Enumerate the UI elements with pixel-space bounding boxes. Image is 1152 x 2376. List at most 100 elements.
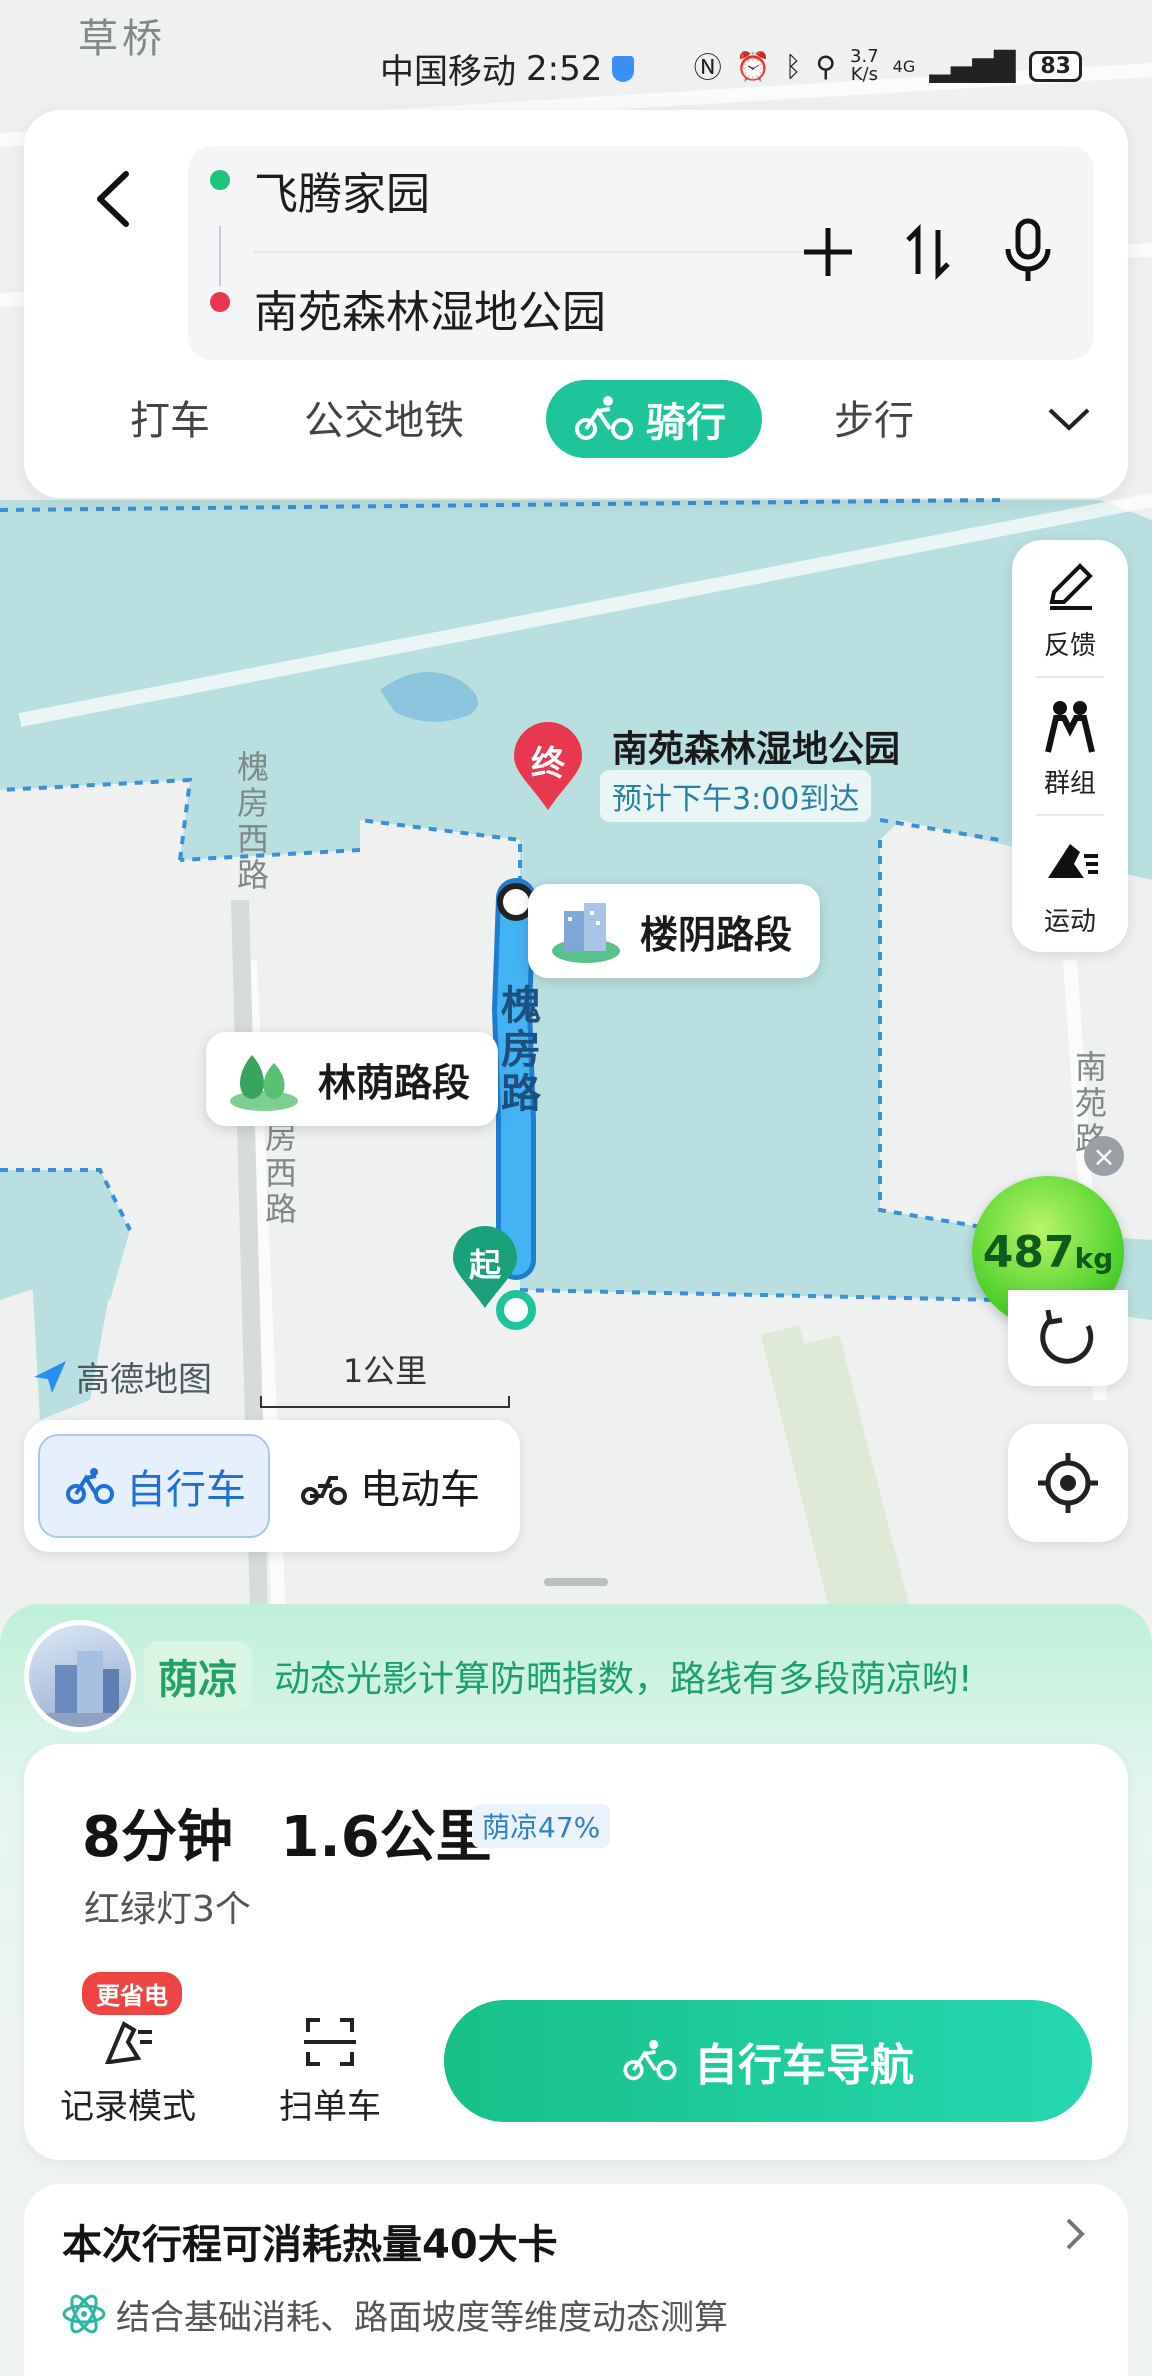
destination-dot	[210, 292, 230, 312]
shade-description: 动态光影计算防晒指数，路线有多段荫凉哟!	[274, 1659, 973, 1700]
bike-type-ebike[interactable]: 电动车	[300, 1434, 480, 1538]
cycling-icon	[575, 396, 633, 440]
tab-cycling-label: 骑行	[646, 400, 726, 446]
pen-icon	[1049, 563, 1093, 610]
locate-button[interactable]	[1008, 1424, 1128, 1542]
road-label-fang-west: 房西路	[260, 1120, 298, 1228]
segment-tag-label: 楼阴路段	[640, 912, 793, 957]
destination-eta: 预计下午3:00到达	[600, 770, 872, 822]
status-bar: 中国移动 2:52 Ⓝ ⏰ ᛒ ⚲ 3.7 K/s 4G ▂▄▆█ 83	[0, 40, 1152, 96]
scale-text: 1公里	[342, 1352, 428, 1390]
carbon-unit: kg	[1074, 1241, 1114, 1275]
shade-banner[interactable]: 荫凉 动态光影计算防晒指数，路线有多段荫凉哟!	[24, 1616, 1128, 1736]
bluetooth-icon: ᛒ	[784, 49, 802, 83]
destination-name-label: 南苑森林湿地公园	[612, 729, 901, 770]
power-saving-badge: 更省电	[82, 1972, 182, 2015]
bike-type-bicycle[interactable]: 自行车	[38, 1434, 270, 1538]
amap-logo: 高德地图	[30, 1352, 212, 1401]
segment-tag-tree-shade[interactable]: 林荫路段	[206, 1032, 498, 1126]
route-duration-distance: 8分钟 1.6公里	[82, 1792, 492, 1873]
route-inputs: 飞腾家园 南苑森林湿地公园	[188, 146, 1094, 360]
run-icon	[1048, 844, 1098, 878]
tab-transit[interactable]: 公交地铁	[304, 388, 464, 446]
calorie-title: 本次行程可消耗热量40大卡	[62, 2222, 558, 2268]
microphone-icon	[1005, 218, 1051, 281]
net-speed: 3.7 K/s	[850, 46, 879, 85]
divider	[254, 251, 814, 253]
chevron-right-icon[interactable]	[1060, 2214, 1090, 2258]
ebike-icon	[301, 1476, 347, 1505]
shade-percent-badge: 荫凉47%	[472, 1804, 611, 1848]
add-waypoint-button[interactable]	[788, 210, 868, 294]
group-icon	[1045, 701, 1095, 753]
scale-bar	[260, 1396, 510, 1408]
calorie-description: 结合基础消耗、路面坡度等维度动态测算	[116, 2298, 728, 2338]
road-label-huaifang-west: 槐房西路	[232, 750, 270, 894]
plus-icon	[804, 228, 852, 276]
location-icon: ⚲	[815, 49, 837, 83]
back-arrow-icon	[97, 171, 129, 227]
route-summary-card[interactable]: 8分钟 1.6公里 荫凉47% 红绿灯3个 更省电 记录模式 扫单车 自行车导航	[24, 1744, 1128, 2160]
destination-input[interactable]: 南苑森林湿地公园	[254, 276, 606, 340]
origin-dot	[210, 170, 230, 190]
back-button[interactable]	[76, 154, 156, 244]
swap-icon	[906, 223, 950, 281]
alarm-icon: ⏰	[735, 49, 771, 83]
voice-input-button[interactable]	[988, 210, 1068, 294]
carbon-value: 487	[982, 1226, 1075, 1278]
clock: 2:52	[526, 48, 603, 89]
destination-marker[interactable]: 终	[510, 722, 586, 812]
bike-type-label: 电动车	[360, 1467, 480, 1513]
tab-cycling[interactable]: 骑行	[546, 380, 762, 458]
map-scale: 1公里	[260, 1346, 510, 1408]
route-duration: 8分钟	[82, 1805, 233, 1870]
group-tool[interactable]: 群组	[1012, 678, 1128, 814]
destination-marker-text: 终	[531, 744, 565, 784]
segment-tag-building-shade[interactable]: 楼阴路段	[528, 884, 820, 978]
tab-walking[interactable]: 步行	[834, 388, 914, 446]
tree-icon	[228, 1047, 300, 1111]
cycling-icon	[623, 2039, 677, 2081]
nfc-icon: Ⓝ	[693, 51, 722, 84]
route-connector	[219, 226, 221, 286]
more-modes-button[interactable]	[1044, 398, 1094, 444]
start-marker[interactable]: 起	[450, 1226, 520, 1310]
signal-icon: ▂▄▆█	[929, 49, 1016, 83]
sport-tool[interactable]: 运动	[1012, 816, 1128, 952]
chevron-down-icon	[1048, 408, 1090, 431]
sheet-drag-handle[interactable]	[544, 1578, 608, 1586]
bike-type-selector: 自行车 电动车	[24, 1420, 520, 1552]
calorie-card[interactable]: 本次行程可消耗热量40大卡 结合基础消耗、路面坡度等维度动态测算	[24, 2184, 1128, 2376]
feedback-label: 反馈	[1043, 631, 1096, 661]
bicycle-icon	[66, 1468, 114, 1504]
feedback-tool[interactable]: 反馈	[1012, 540, 1128, 676]
scan-icon	[304, 2018, 356, 2066]
record-mode-label: 记录模式	[60, 2087, 196, 2127]
amap-logo-icon	[34, 1360, 66, 1393]
travel-mode-tabs: 打车 公交地铁 骑行 步行	[24, 368, 1128, 478]
record-run-icon	[104, 2021, 152, 2064]
record-mode-button[interactable]: 记录模式	[60, 2014, 196, 2128]
scan-bike-button[interactable]: 扫单车	[270, 2014, 390, 2128]
start-bike-navigation-button[interactable]: 自行车导航	[444, 2000, 1092, 2122]
atom-icon	[62, 2294, 106, 2334]
tab-taxi[interactable]: 打车	[130, 388, 210, 446]
battery-indicator: 83	[1029, 50, 1082, 82]
sport-label: 运动	[1043, 907, 1096, 937]
segment-tag-label: 林荫路段	[318, 1060, 471, 1105]
carrier: 中国移动	[380, 52, 516, 92]
map-tools-panel: 反馈 群组 运动	[1012, 540, 1128, 952]
traffic-lights-count: 红绿灯3个	[84, 1889, 251, 1930]
route-distance: 1.6公里	[280, 1805, 492, 1870]
bike-type-label: 自行车	[126, 1467, 246, 1513]
origin-input[interactable]: 飞腾家园	[254, 158, 430, 222]
shade-building-avatar	[24, 1620, 136, 1732]
close-icon[interactable]: ×	[1084, 1136, 1124, 1176]
shade-tag: 荫凉	[144, 1641, 252, 1711]
network-type: 4G	[892, 56, 916, 76]
refresh-button[interactable]	[1008, 1290, 1128, 1386]
swap-button[interactable]	[888, 210, 968, 294]
start-marker-text: 起	[468, 1246, 501, 1284]
navigate-label: 自行车导航	[694, 2040, 914, 2091]
group-label: 群组	[1043, 769, 1096, 799]
